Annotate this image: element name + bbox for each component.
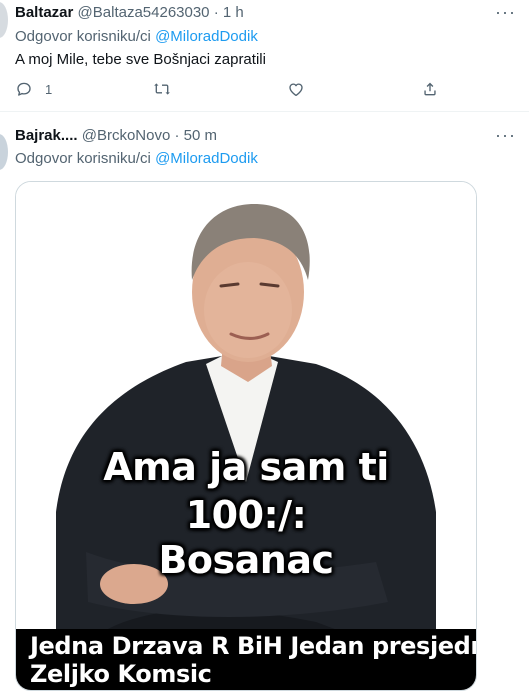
separator: · <box>213 4 219 21</box>
like-button[interactable] <box>287 79 305 99</box>
reply-prefix: Odgovor korisniku/ci <box>15 150 151 167</box>
tweet-text: A moj Mile, tebe sve Bošnjaci zapratili <box>15 51 266 68</box>
reply-mention[interactable]: @MiloradDodik <box>155 28 258 45</box>
tweet-actions: 1 <box>15 79 445 99</box>
tweet[interactable]: Baltazar @Baltaza54263030 · 1 h ··· Odgo… <box>0 0 529 112</box>
meme-overlay-line: 100:/: <box>185 493 307 537</box>
reply-icon <box>17 82 31 96</box>
tweet-header: Baltazar @Baltaza54263030 · 1 h <box>15 4 244 22</box>
reply-count: 1 <box>45 81 53 97</box>
tweet-media-image[interactable]: Ama ja sam ti 100:/: Bosanac Jedna Drzav… <box>15 181 477 691</box>
handle[interactable]: @BrckoNovo <box>82 127 171 144</box>
meme-caption-bar: Jedna Drzava R BiH Jedan presjednik Zelj… <box>16 629 476 690</box>
retweet-icon <box>154 83 170 95</box>
meme-overlay-line: Ama ja sam ti <box>103 445 389 489</box>
meme-caption-line: Zeljko Komsic <box>30 660 212 688</box>
reply-context: Odgovor korisniku/ci @MiloradDodik <box>15 150 258 167</box>
avatar[interactable] <box>0 2 8 38</box>
like-icon <box>289 83 303 97</box>
meme-photo <box>16 182 476 690</box>
display-name[interactable]: Bajrak.... <box>15 127 78 144</box>
handle[interactable]: @Baltaza54263030 <box>78 4 210 21</box>
meme-overlay-line: Bosanac <box>158 538 334 582</box>
share-icon <box>424 82 436 96</box>
display-name[interactable]: Baltazar <box>15 4 73 21</box>
share-button[interactable] <box>421 79 439 99</box>
separator: · <box>174 127 180 144</box>
reply-context: Odgovor korisniku/ci @MiloradDodik <box>15 28 258 45</box>
timestamp[interactable]: 50 m <box>184 127 217 144</box>
meme-caption-line: Jedna Drzava R BiH Jedan presjednik <box>30 632 477 660</box>
avatar[interactable] <box>0 134 8 170</box>
reply-mention[interactable]: @MiloradDodik <box>155 150 258 167</box>
timestamp[interactable]: 1 h <box>223 4 244 21</box>
reply-button[interactable]: 1 <box>15 79 52 99</box>
reply-prefix: Odgovor korisniku/ci <box>15 28 151 45</box>
more-icon[interactable]: ··· <box>495 3 515 24</box>
tweet-header: Bajrak.... @BrckoNovo · 50 m <box>15 127 217 145</box>
tweet[interactable]: Bajrak.... @BrckoNovo · 50 m ··· Odgovor… <box>0 112 529 693</box>
retweet-button[interactable] <box>153 79 171 99</box>
more-icon[interactable]: ··· <box>495 126 515 147</box>
